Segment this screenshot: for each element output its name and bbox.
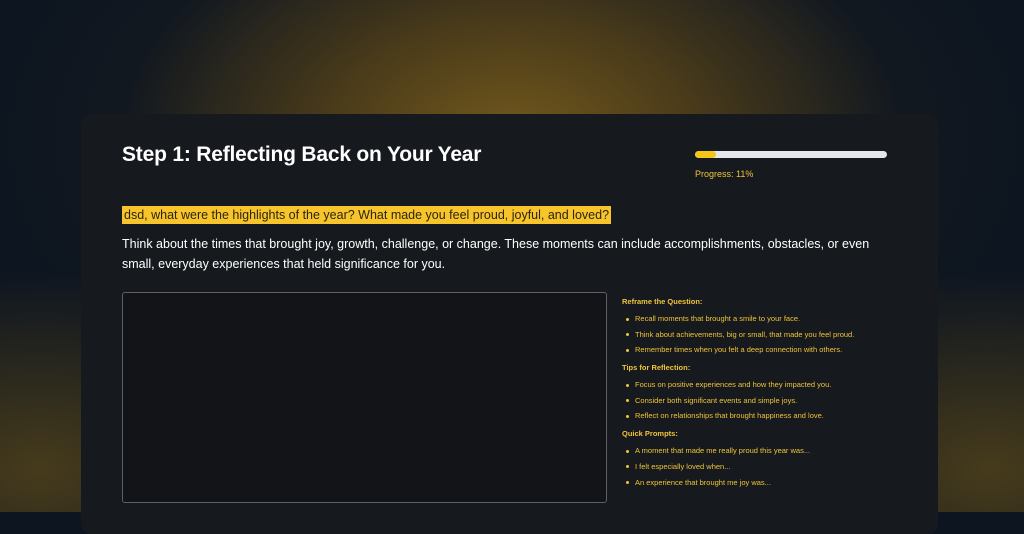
reflection-textarea[interactable] (122, 292, 607, 503)
tips-list: Focus on positive experiences and how th… (622, 381, 912, 420)
progress-bar (695, 151, 887, 158)
quick-prompt-item[interactable]: A moment that made me really proud this … (622, 447, 912, 455)
list-item: Recall moments that brought a smile to y… (622, 315, 912, 323)
list-item: Remember times when you felt a deep conn… (622, 346, 912, 354)
list-item: Think about achievements, big or small, … (622, 330, 912, 339)
reframe-list: Recall moments that brought a smile to y… (622, 315, 912, 354)
page-title: Step 1: Reflecting Back on Your Year (122, 143, 482, 166)
list-item: Consider both significant events and sim… (622, 396, 912, 405)
section-title-prompts: Quick Prompts: (622, 429, 678, 439)
intro-text: Think about the times that brought joy, … (122, 237, 870, 271)
quick-prompts-list: A moment that made me really proud this … (622, 447, 912, 486)
reflection-card: Step 1: Reflecting Back on Your Year Pro… (81, 114, 938, 534)
quick-prompt-item[interactable]: An experience that brought me joy was... (622, 478, 912, 487)
section-title-reframe: Reframe the Question: (622, 297, 703, 306)
reflection-guide: Reframe the Question: Recall moments tha… (622, 297, 912, 496)
highlighted-question: dsd, what were the highlights of the yea… (122, 206, 612, 224)
list-item: Focus on positive experiences and how th… (622, 381, 912, 389)
section-title-tips: Tips for Reflection: (622, 363, 691, 373)
progress-label: Progress: 11% (695, 169, 754, 179)
progress-bar-fill (695, 151, 717, 158)
list-item: Reflect on relationships that brought ha… (622, 412, 912, 420)
quick-prompt-item[interactable]: I felt especially loved when... (622, 462, 912, 471)
